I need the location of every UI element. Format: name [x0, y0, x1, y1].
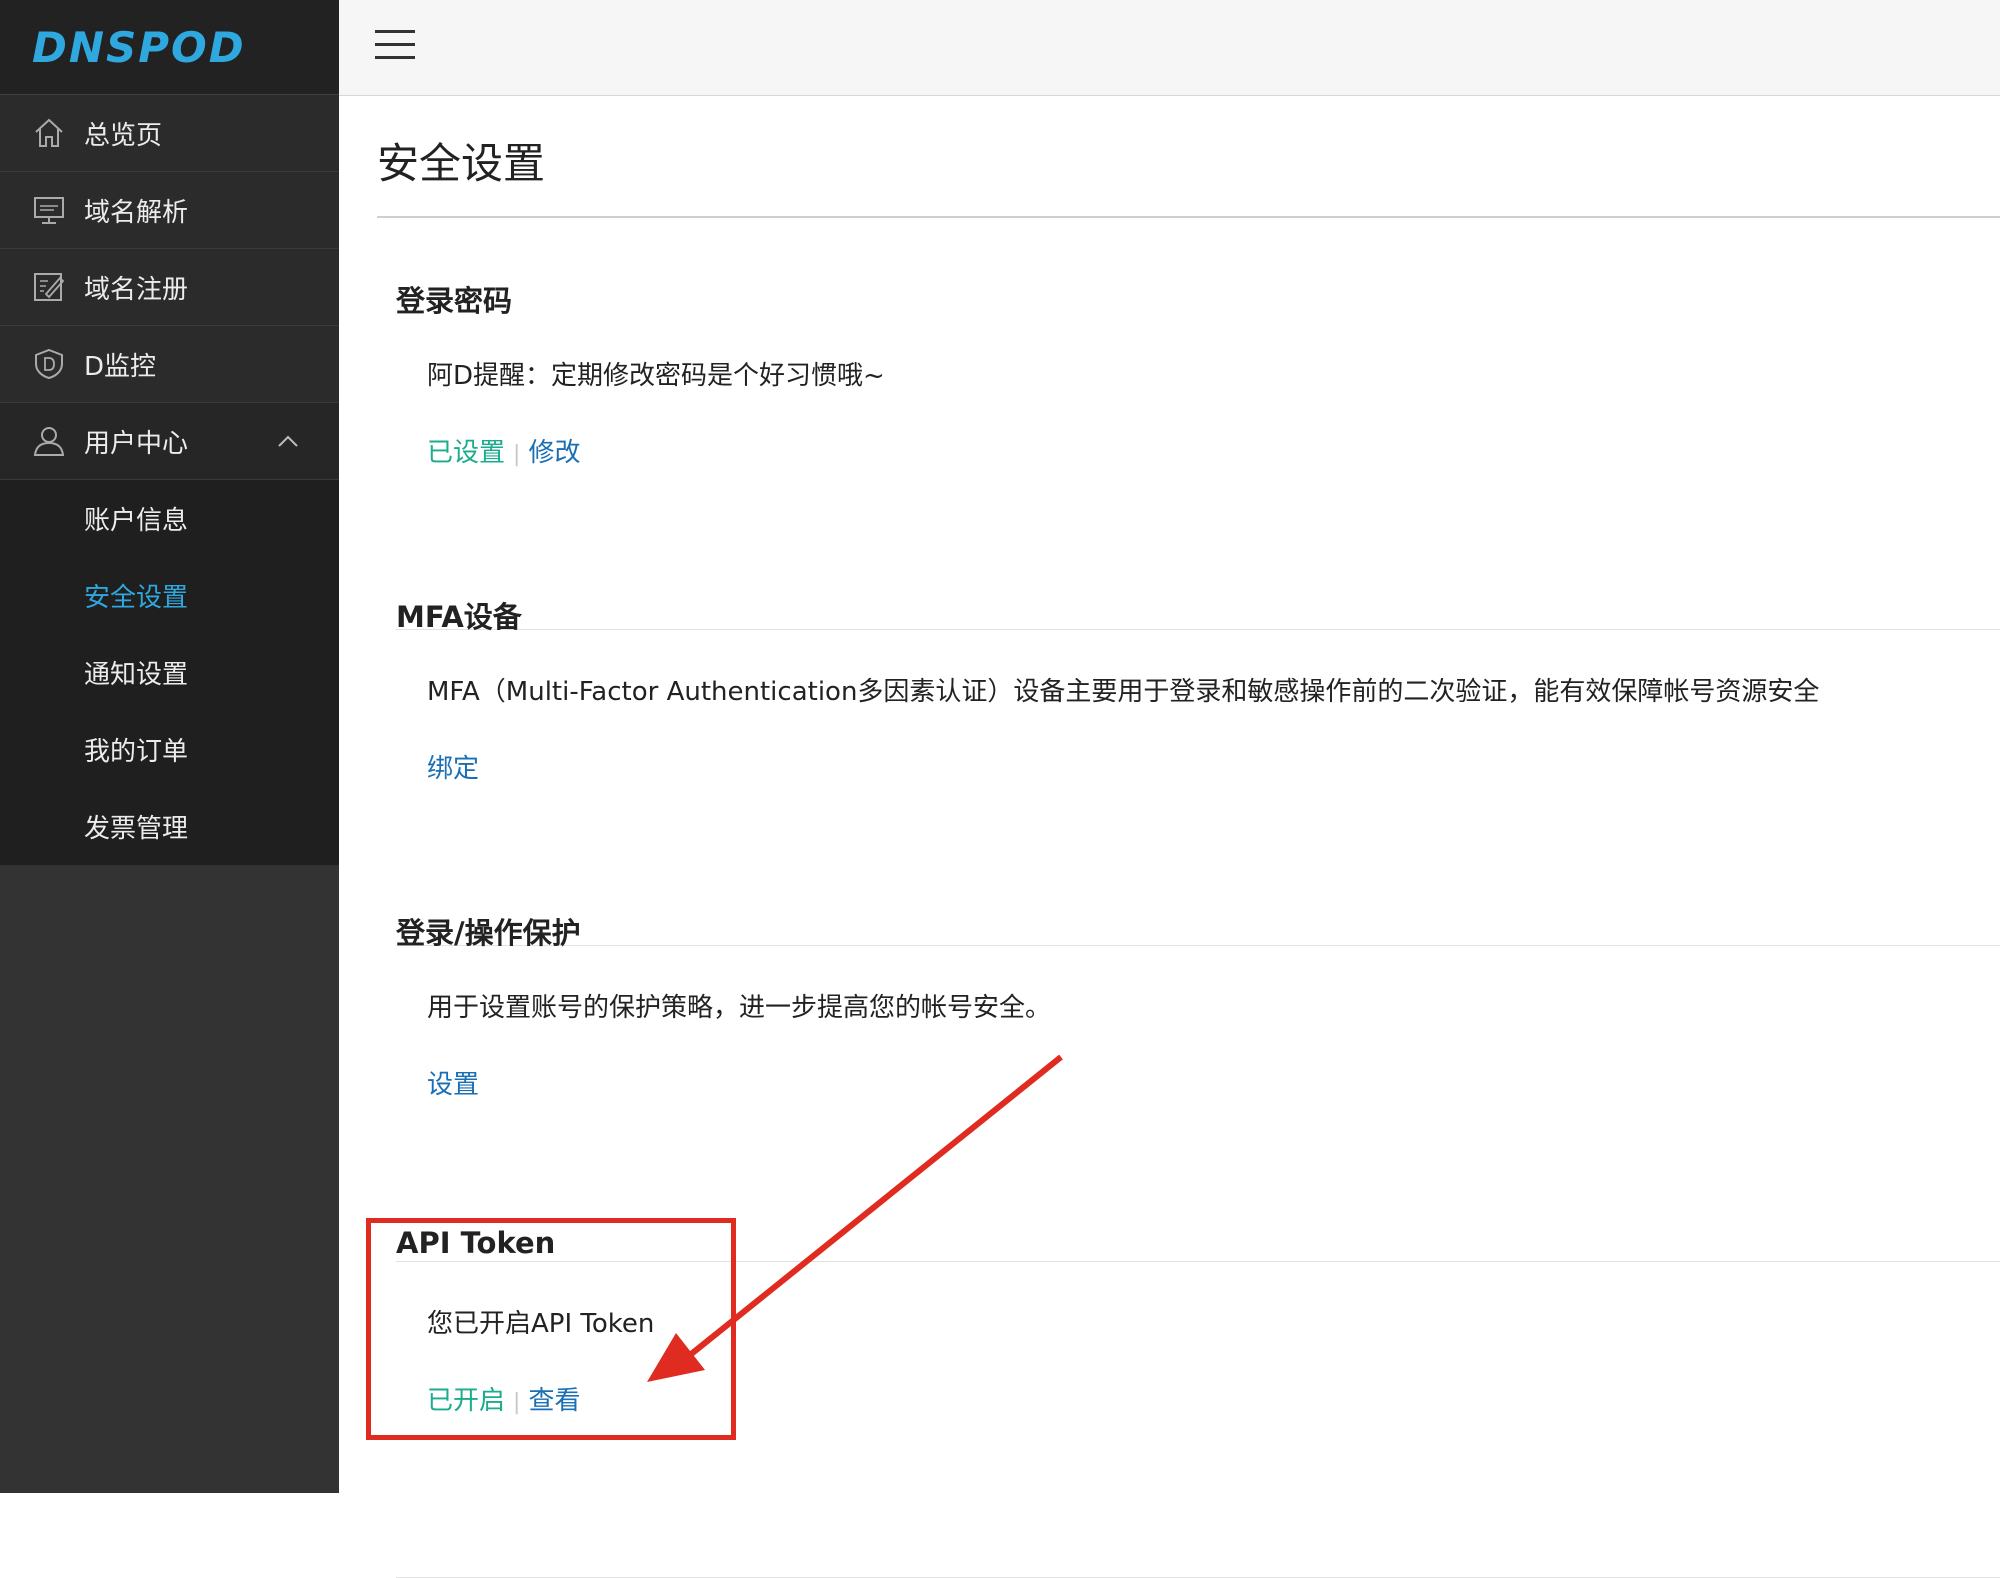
sidebar-item-label: 总览页: [84, 120, 163, 151]
sidebar: DNSPOD 总览页 域名解析 域名注册 D监控 用户中心 账户信息 安全设置 …: [0, 0, 339, 1493]
modify-password-link[interactable]: 修改: [528, 438, 580, 468]
submenu-security-settings[interactable]: 安全设置: [0, 557, 339, 634]
edit-icon: [34, 273, 65, 301]
monitor-icon: [34, 197, 64, 224]
section-mfa: MFA设备 MFA（Multi-Factor Authentication多因素…: [396, 594, 2000, 949]
submenu-account-info[interactable]: 账户信息: [0, 480, 339, 557]
sidebar-item-label: 域名解析: [84, 197, 189, 228]
sidebar-item-label: 用户中心: [84, 428, 189, 459]
section-title: 登录/操作保护: [396, 916, 581, 950]
home-icon: [35, 118, 63, 147]
sidebar-item-user-center[interactable]: 用户中心: [0, 403, 339, 480]
submenu-notification-settings[interactable]: 通知设置: [0, 634, 339, 711]
section-title: 登录密码: [396, 284, 513, 318]
user-icon: [33, 427, 65, 456]
top-bar: [339, 0, 2000, 96]
sidebar-item-monitor[interactable]: D监控: [0, 326, 339, 403]
submenu-my-orders[interactable]: 我的订单: [0, 711, 339, 788]
section-login-password: 登录密码 阿D提醒：定期修改密码是个好习惯哦~ 已设置 | 修改: [396, 278, 2000, 633]
sidebar-item-dns[interactable]: 域名解析: [0, 172, 339, 249]
title-divider: [377, 216, 2000, 218]
logo[interactable]: DNSPOD: [0, 0, 339, 95]
shield-icon: [35, 348, 63, 380]
section-title: MFA设备: [396, 600, 522, 634]
section-actions: 绑定: [427, 748, 479, 785]
section-desc: 用于设置账号的保护策略，进一步提高您的帐号安全。: [427, 993, 1052, 1023]
sidebar-item-label: 域名注册: [84, 274, 189, 305]
sidebar-item-overview[interactable]: 总览页: [0, 95, 339, 172]
section-login-protection: 登录/操作保护 用于设置账号的保护策略，进一步提高您的帐号安全。 设置: [396, 910, 2000, 1265]
protection-settings-link[interactable]: 设置: [427, 1070, 479, 1100]
page-title: 安全设置: [377, 139, 546, 188]
section-actions: 已设置 | 修改: [427, 432, 580, 469]
section-actions: 设置: [427, 1064, 479, 1101]
section-desc: MFA（Multi-Factor Authentication多因素认证）设备主…: [427, 677, 1820, 707]
sidebar-item-register[interactable]: 域名注册: [0, 249, 339, 326]
chevron-up-icon[interactable]: [277, 434, 299, 448]
section-desc: 阿D提醒：定期修改密码是个好习惯哦~: [427, 361, 885, 391]
menu-icon[interactable]: [375, 30, 415, 62]
divider: |: [513, 442, 521, 467]
user-center-submenu: 账户信息 安全设置 通知设置 我的订单 发票管理: [0, 480, 339, 865]
sidebar-item-label: D监控: [84, 351, 157, 382]
submenu-invoice-management[interactable]: 发票管理: [0, 788, 339, 865]
highlight-box: [366, 1218, 736, 1440]
password-status: 已设置: [427, 438, 506, 468]
bind-mfa-link[interactable]: 绑定: [427, 754, 479, 784]
logo-text: DNSPOD: [32, 22, 246, 72]
